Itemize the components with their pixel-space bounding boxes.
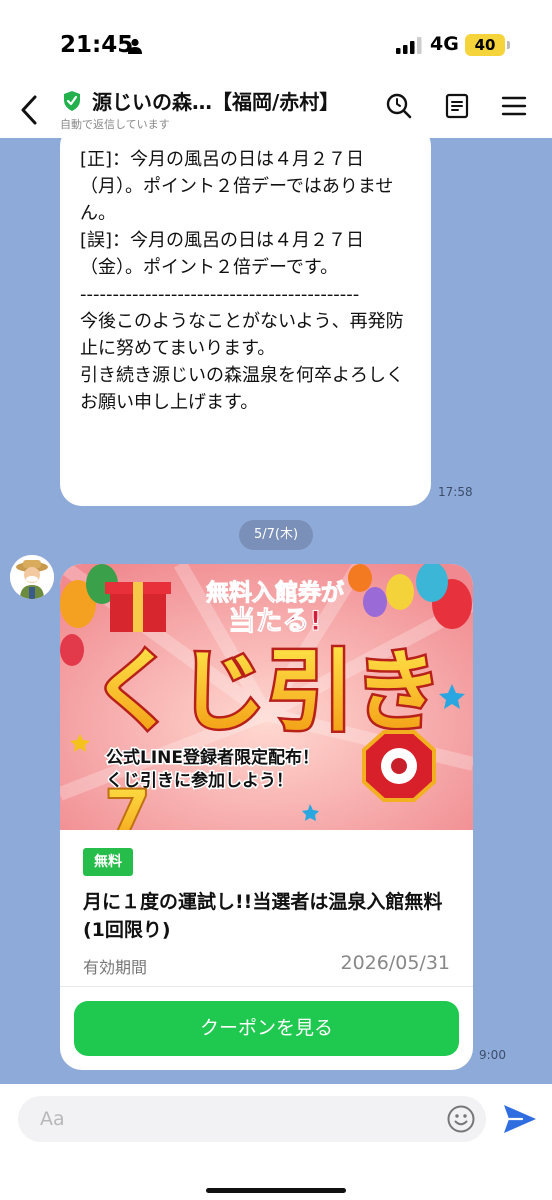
search-icon[interactable] [385, 92, 413, 120]
coupon-card[interactable]: 無料入館券が 当たる! くじ引き 公式LINE登録者限定配布！ くじ引きに参加し… [60, 564, 473, 1070]
message-timestamp: 9:00 [479, 1048, 506, 1062]
message-bubble[interactable]: [正]：今月の風呂の日は４月２７日（月）。ポイント２倍デーではありません。 [誤… [60, 138, 431, 506]
message-line: 引き続き源じいの森温泉を何卒よろしくお願い申し上げます。 [80, 365, 404, 413]
message-line: [誤]：今月の風呂の日は４月２７日（金）。ポイント２倍デーです。 [80, 230, 365, 278]
avatar[interactable] [10, 555, 54, 599]
chat-title[interactable]: 源じいの森…【福岡/赤村】 [92, 86, 339, 115]
signal-icon [396, 37, 422, 54]
banner-text: 当たる! [228, 606, 321, 637]
validity-label: 有効期間 [83, 958, 148, 977]
notes-icon[interactable] [443, 92, 471, 120]
banner-text: 無料入館券が [206, 579, 344, 606]
message-timestamp: 17:58 [438, 485, 473, 499]
chat-header: 源じいの森…【福岡/赤村】 自動で返信しています [0, 88, 552, 138]
auto-reply-status: 自動で返信しています [60, 118, 170, 131]
banner-text: 公式LINE登録者限定配布！ [106, 747, 319, 768]
banner-headline: くじ引き [90, 640, 442, 743]
message-line: 今後このようなことがないよう、再発防止に努めてまいります。 [80, 311, 404, 359]
home-indicator [206, 1188, 346, 1193]
emoji-icon[interactable] [446, 1104, 476, 1134]
validity-date: 2026/05/31 [340, 952, 450, 974]
avatar-image [10, 555, 54, 599]
verified-shield-icon [64, 91, 80, 111]
message-line: ----------------------------------------… [80, 284, 360, 305]
network-type: 4G [430, 33, 459, 55]
divider [60, 986, 473, 987]
status-time: 21:45 [60, 32, 134, 58]
back-chevron-icon[interactable] [18, 94, 42, 126]
message-input-bar [0, 1084, 552, 1200]
chat-area[interactable]: [正]：今月の風呂の日は４月２７日（月）。ポイント２倍デーではありません。 [誤… [0, 138, 552, 1084]
lottery-banner-image[interactable]: 無料入館券が 当たる! くじ引き 公式LINE登録者限定配布！ くじ引きに参加し… [60, 564, 473, 830]
message-input[interactable] [18, 1096, 486, 1142]
free-badge: 無料 [83, 848, 133, 876]
menu-icon[interactable] [500, 92, 528, 120]
view-coupon-button[interactable]: クーポンを見る [74, 1001, 459, 1056]
status-bar: 21:45 4G 40 [0, 0, 552, 88]
message-line: [正]：今月の風呂の日は４月２７日（月）。ポイント２倍デーではありません。 [80, 149, 394, 224]
date-separator: 5/7(木) [239, 520, 313, 550]
coupon-title: 月に１度の運試し!!当選者は温泉入館無料(1回限り) [83, 891, 443, 941]
send-icon[interactable] [502, 1102, 538, 1136]
person-icon [128, 38, 142, 54]
battery-indicator: 40 [465, 34, 510, 56]
banner-text: 7 [104, 776, 151, 830]
